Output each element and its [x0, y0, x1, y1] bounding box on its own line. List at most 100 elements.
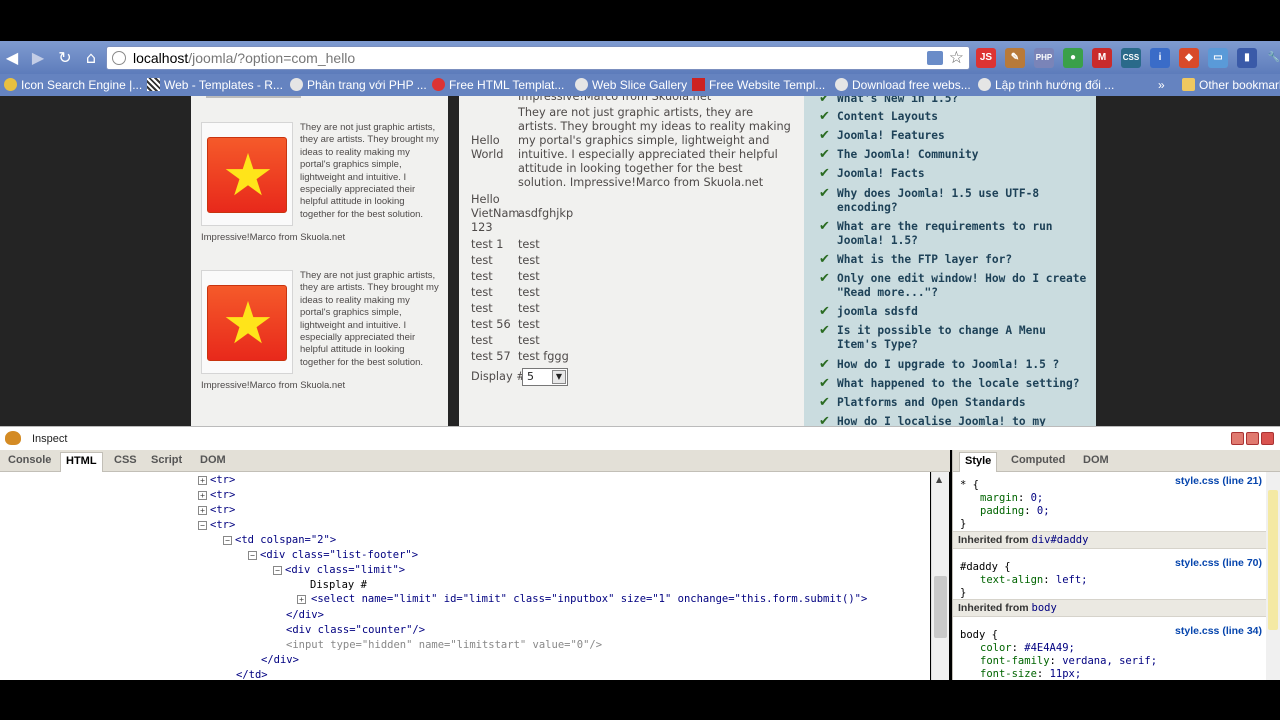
browser-toolbar: ◀ ▶ ↻ ⌂ localhost/joomla/?option=com_hel… [0, 41, 1280, 74]
wrench-icon[interactable]: 🔧 [1264, 48, 1280, 68]
collapse-icon[interactable]: − [248, 551, 257, 560]
bookmark-favicon-icon [4, 78, 17, 91]
color-extension-icon[interactable]: ◆ [1179, 48, 1199, 68]
reload-icon[interactable]: ↻ [55, 48, 75, 68]
bookmark-item[interactable]: Lập trình hướng đối ... [978, 77, 1114, 93]
flag-image: ★ [207, 137, 287, 213]
tree-node[interactable]: </td> [236, 669, 268, 680]
check-icon: ✔ [819, 252, 830, 267]
firebug-icon[interactable] [5, 431, 21, 445]
tab-computed[interactable]: Computed [1011, 454, 1065, 466]
scrollbar-thumb[interactable] [1268, 490, 1278, 630]
detach-icon[interactable] [1246, 432, 1259, 445]
testimonial-quote: They are not just graphic artists, they … [300, 122, 439, 220]
chrome-extension-icon[interactable]: ● [1063, 48, 1083, 68]
tree-node[interactable]: <input type="hidden" name="limitstart" v… [286, 639, 602, 652]
bookmark-favicon-icon [290, 78, 303, 91]
style-panel-scrollbar[interactable] [1266, 472, 1280, 680]
display-limit-select[interactable]: 5 ▼ [522, 368, 568, 386]
gmail-extension-icon[interactable]: M [1092, 48, 1112, 68]
tab-dom[interactable]: DOM [200, 454, 226, 466]
bookmark-item[interactable]: Free HTML Templat... [432, 77, 564, 93]
bookmark-item[interactable]: Phân trang với PHP ... [290, 77, 427, 93]
inherited-selector-link[interactable]: body [1032, 602, 1057, 614]
php-extension-icon[interactable]: PHP [1034, 48, 1054, 68]
tree-text-node[interactable]: Display # [310, 579, 367, 592]
tab-side-dom[interactable]: DOM [1083, 454, 1109, 466]
hello-world-text: They are not just graphic artists, they … [518, 106, 791, 189]
home-icon[interactable]: ⌂ [81, 48, 101, 68]
bookmark-favicon-icon [147, 78, 160, 91]
tab-console[interactable]: Console [8, 454, 51, 466]
css-source-link[interactable]: style.css (line 21) [1175, 475, 1262, 487]
tree-node[interactable]: + <tr> [198, 474, 235, 487]
bookmark-star-icon[interactable]: ☆ [949, 48, 964, 68]
tree-node[interactable]: </div> [286, 609, 324, 622]
chevron-down-icon[interactable]: ▼ [552, 370, 566, 384]
other-bookmarks-folder[interactable]: Other bookmarks [1182, 77, 1280, 93]
css-declaration[interactable]: color: #4E4A49; [980, 642, 1075, 655]
html-tree-scrollbar[interactable]: ▲ [931, 472, 949, 680]
bookmark-item[interactable]: Free Website Templ... [692, 77, 825, 93]
scroll-up-icon[interactable]: ▲ [936, 475, 942, 484]
tab-html[interactable]: HTML [60, 452, 103, 472]
testimonial-quote: They are not just graphic artists, they … [300, 270, 439, 368]
inherited-selector-link[interactable]: div#daddy [1032, 534, 1089, 546]
bookmark-item[interactable]: Icon Search Engine |... [4, 77, 142, 93]
expand-icon[interactable]: + [297, 595, 306, 604]
screen-extension-icon[interactable]: ▭ [1208, 48, 1228, 68]
web-page: ★ They are not just graphic artists, the… [0, 96, 1280, 426]
css-declaration[interactable]: font-family: verdana, serif; [980, 655, 1157, 668]
chart-extension-icon[interactable]: ▮ [1237, 48, 1257, 68]
bookmark-item[interactable]: Web - Templates - R... [147, 77, 283, 93]
bookmarks-bar: Icon Search Engine |... Web - Templates … [0, 74, 1280, 96]
close-icon[interactable] [1261, 432, 1274, 445]
tree-node[interactable]: − <tr> [198, 519, 235, 532]
tab-script[interactable]: Script [151, 454, 182, 466]
collapse-icon[interactable]: − [273, 566, 282, 575]
css-declaration[interactable]: font-size: 11px; [980, 668, 1081, 680]
pencil-extension-icon[interactable]: ✎ [1005, 48, 1025, 68]
tab-css[interactable]: CSS [114, 454, 137, 466]
back-icon[interactable]: ◀ [2, 48, 22, 68]
list-item: test [518, 286, 540, 299]
feed-icon[interactable] [927, 51, 943, 65]
info-extension-icon[interactable]: i [1150, 48, 1170, 68]
tree-node[interactable]: </div> [261, 654, 299, 667]
expand-icon[interactable]: + [198, 476, 207, 485]
css-source-link[interactable]: style.css (line 34) [1175, 625, 1262, 637]
css-declaration[interactable]: text-align: left; [980, 574, 1087, 587]
bookmark-item[interactable]: Download free webs... [835, 77, 971, 93]
address-bar[interactable]: localhost/joomla/?option=com_hello ☆ [106, 46, 970, 70]
css-extension-icon[interactable]: CSS [1121, 48, 1141, 68]
collapse-icon[interactable]: − [198, 521, 207, 530]
expand-icon[interactable]: + [198, 491, 207, 500]
css-declaration[interactable]: margin: 0; [980, 492, 1043, 505]
tree-node[interactable]: + <tr> [198, 489, 235, 502]
inspect-button[interactable]: Inspect [32, 433, 67, 445]
bookmark-favicon-icon [432, 78, 445, 91]
list-item: test fggg [518, 350, 569, 363]
tab-style[interactable]: Style [959, 452, 998, 472]
collapse-icon[interactable]: − [223, 536, 232, 545]
bookmark-favicon-icon [835, 78, 848, 91]
tree-node[interactable]: − <div class="list-footer"> [248, 549, 418, 562]
css-selector: body { [960, 629, 998, 641]
forward-icon[interactable]: ▶ [28, 48, 48, 68]
css-declaration[interactable]: padding: 0; [980, 505, 1050, 518]
tree-node[interactable]: <div class="counter"/> [286, 624, 425, 637]
hello-vietnam-text: asdfghjkp [518, 207, 574, 220]
tree-node[interactable]: + <tr> [198, 504, 235, 517]
tree-node[interactable]: − <div class="limit"> [273, 564, 405, 577]
scrollbar-thumb[interactable] [934, 576, 947, 638]
tree-node-selected[interactable]: + <select name="limit" id="limit" class="… [297, 593, 929, 606]
css-source-link[interactable]: style.css (line 70) [1175, 557, 1262, 569]
minimize-icon[interactable] [1231, 432, 1244, 445]
bookmark-item[interactable]: Web Slice Gallery [575, 77, 687, 93]
expand-icon[interactable]: + [198, 506, 207, 515]
tree-node[interactable]: − <td colspan="2"> [223, 534, 336, 547]
js-extension-icon[interactable]: JS [976, 48, 996, 68]
bookmarks-overflow-chevron[interactable]: » [1158, 77, 1165, 93]
bookmark-favicon-icon [978, 78, 991, 91]
testimonial-author: Impressive!Marco from Skuola.net [201, 380, 346, 391]
